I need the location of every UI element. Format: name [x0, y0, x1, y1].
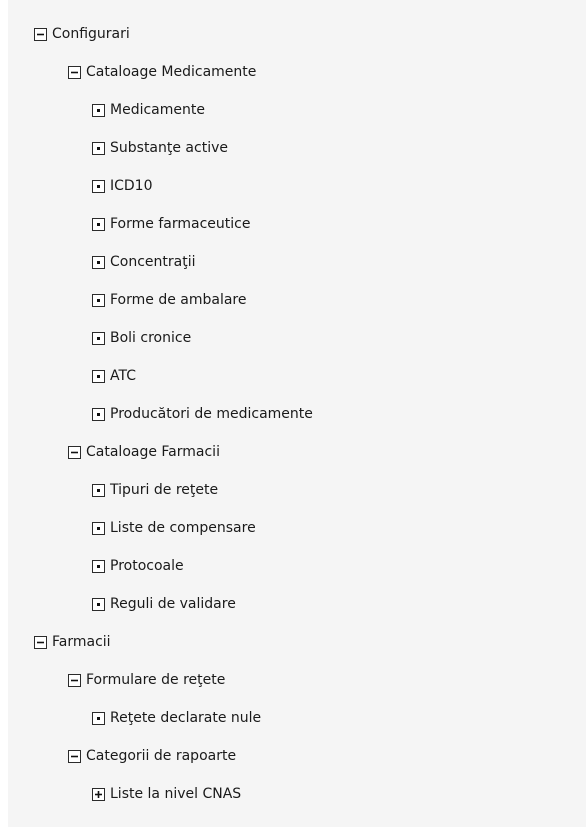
tree-node-medicamente[interactable]: Medicamente [92, 100, 205, 120]
tree-node-label: ICD10 [110, 178, 153, 194]
tree-node-substante-active[interactable]: Substanţe active [92, 138, 228, 158]
tree-node-label: Tipuri de reţete [110, 482, 219, 498]
expand-icon[interactable] [92, 787, 105, 801]
tree-node-label: Producători de medicamente [110, 406, 313, 422]
tree-node-configurari[interactable]: Configurari [34, 24, 130, 44]
leaf-icon [92, 369, 105, 383]
tree-node-label: Farmacii [52, 634, 111, 650]
leaf-icon [92, 559, 105, 573]
tree-node-liste-de-compensare[interactable]: Liste de compensare [92, 518, 256, 538]
tree-node-label: Liste la nivel CNAS [110, 786, 242, 802]
tree-node-tipuri-de-retete[interactable]: Tipuri de reţete [92, 480, 218, 500]
tree-node-label: Forme farmaceutice [110, 216, 251, 232]
tree-node-label: Cataloage Farmacii [86, 444, 220, 460]
tree-node-liste-la-nivel-cnas[interactable]: Liste la nivel CNAS [92, 784, 241, 804]
leaf-icon [92, 255, 105, 269]
collapse-icon[interactable] [68, 445, 81, 459]
tree-node-label: Cataloage Medicamente [86, 64, 257, 80]
tree-node-categorii-de-rapoarte[interactable]: Categorii de rapoarte [68, 746, 236, 766]
tree-node-cataloage-farmacii[interactable]: Cataloage Farmacii [68, 442, 220, 462]
collapse-icon[interactable] [34, 635, 47, 649]
leaf-icon [92, 483, 105, 497]
leaf-icon [92, 217, 105, 231]
tree-node-reguli-de-validare[interactable]: Reguli de validare [92, 594, 236, 614]
tree-node-label: Liste de compensare [110, 520, 256, 536]
leaf-icon [92, 141, 105, 155]
tree-node-label: Boli cronice [110, 330, 192, 346]
tree-node-protocoale[interactable]: Protocoale [92, 556, 184, 576]
collapse-icon[interactable] [68, 749, 81, 763]
tree-node-label: Forme de ambalare [110, 292, 247, 308]
tree-node-concentratii[interactable]: Concentraţii [92, 252, 196, 272]
tree-node-cataloage-medicamente[interactable]: Cataloage Medicamente [68, 62, 256, 82]
tree-node-producatori-de-medicamente[interactable]: Producători de medicamente [92, 404, 313, 424]
tree-node-label: Concentraţii [110, 254, 196, 270]
tree-node-formulare-de-retete[interactable]: Formulare de reţete [68, 670, 225, 690]
tree-node-label: Substanţe active [110, 140, 228, 156]
tree-node-label: Reţete declarate nule [110, 710, 262, 726]
tree-panel: Configurari Cataloage Medicamente Medica… [0, 0, 586, 827]
collapse-icon[interactable] [34, 27, 47, 41]
collapse-icon[interactable] [68, 65, 81, 79]
tree-node-label: Formulare de reţete [86, 672, 226, 688]
leaf-icon [92, 331, 105, 345]
tree-node-forme-farmaceutice[interactable]: Forme farmaceutice [92, 214, 250, 234]
tree-node-atc[interactable]: ATC [92, 366, 136, 386]
leaf-icon [92, 293, 105, 307]
tree-node-label: Medicamente [110, 102, 205, 118]
leaf-icon [92, 521, 105, 535]
tree-node-label: Configurari [52, 26, 130, 42]
tree-node-forme-de-ambalare[interactable]: Forme de ambalare [92, 290, 247, 310]
leaf-icon [92, 103, 105, 117]
collapse-icon[interactable] [68, 673, 81, 687]
tree-node-label: ATC [110, 368, 136, 384]
tree-node-farmacii[interactable]: Farmacii [34, 632, 111, 652]
tree-node-boli-cronice[interactable]: Boli cronice [92, 328, 191, 348]
leaf-icon [92, 179, 105, 193]
tree-node-label: Reguli de validare [110, 596, 236, 612]
leaf-icon [92, 711, 105, 725]
tree-node-label: Categorii de rapoarte [86, 748, 237, 764]
tree-node-retete-declarate-nule[interactable]: Reţete declarate nule [92, 708, 261, 728]
tree-node-label: Protocoale [110, 558, 184, 574]
tree-node-icd10[interactable]: ICD10 [92, 176, 153, 196]
leaf-icon [92, 407, 105, 421]
leaf-icon [92, 597, 105, 611]
